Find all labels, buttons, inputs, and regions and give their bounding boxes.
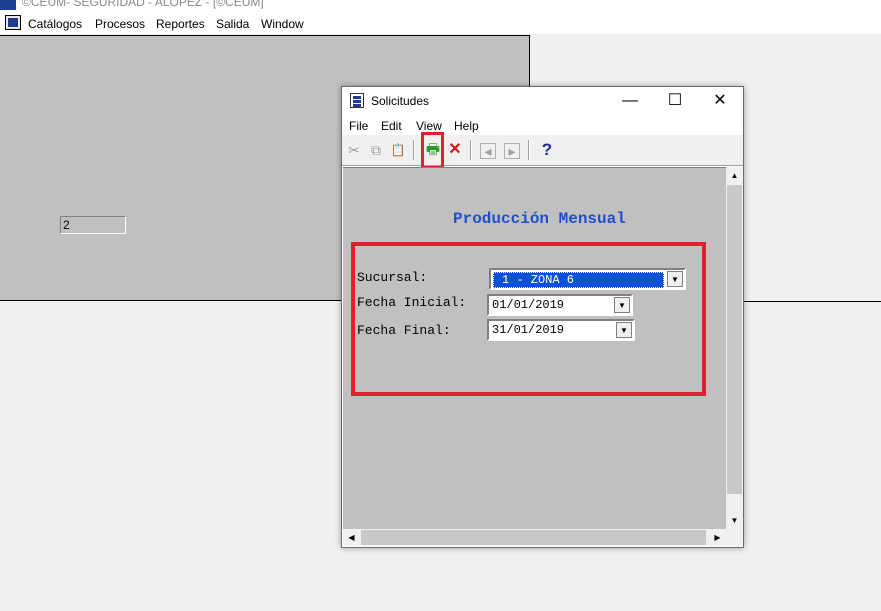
close-button[interactable]: ✕: [697, 87, 743, 115]
copy-icon[interactable]: ⧉: [367, 141, 385, 159]
mdi-system-menu-icon[interactable]: [5, 15, 21, 30]
app-title: ©CEUM- SEGURIDAD - ALOPEZ - [©CEUM]: [22, 0, 264, 9]
menu-salida[interactable]: Salida: [216, 17, 249, 31]
scroll-down-icon[interactable]: ▼: [726, 512, 743, 529]
horizontal-scrollbar[interactable]: ◀ ▶: [343, 529, 726, 546]
toolbar-separator: [413, 140, 415, 160]
dialog-title: Solicitudes: [371, 94, 430, 108]
toolbar-separator: [470, 140, 472, 160]
menu-file[interactable]: File: [349, 119, 368, 133]
app-titlebar: ©CEUM- SEGURIDAD - ALOPEZ - [©CEUM]: [0, 0, 881, 11]
document-icon: [350, 93, 364, 108]
app-icon: [0, 0, 16, 10]
dialog-titlebar[interactable]: Solicitudes — ☐ ✕: [342, 87, 743, 115]
vertical-scroll-thumb[interactable]: [727, 185, 742, 494]
report-heading: Producción Mensual: [453, 210, 626, 228]
next-record-icon[interactable]: ▸: [504, 143, 520, 159]
toolbar-separator: [528, 140, 530, 160]
menu-catalogos[interactable]: Catálogos: [28, 17, 82, 31]
scrollbar-corner: [726, 529, 743, 546]
solicitudes-dialog: Solicitudes — ☐ ✕ File Edit View Help ✂ …: [341, 86, 744, 548]
horizontal-scroll-thumb[interactable]: [361, 530, 706, 545]
menu-procesos[interactable]: Procesos: [95, 17, 145, 31]
paste-icon[interactable]: 📋: [389, 141, 407, 159]
vertical-scrollbar[interactable]: ▲ ▼: [726, 167, 743, 529]
scroll-right-icon[interactable]: ▶: [709, 529, 726, 546]
app-menubar: Catálogos Procesos Reportes Salida Windo…: [0, 11, 881, 34]
menu-reportes[interactable]: Reportes: [156, 17, 205, 31]
background-text-field[interactable]: 2: [60, 216, 126, 234]
menu-edit[interactable]: Edit: [381, 119, 402, 133]
scroll-left-icon[interactable]: ◀: [343, 529, 360, 546]
menu-view[interactable]: View: [416, 119, 442, 133]
dialog-menubar: File Edit View Help: [342, 115, 743, 135]
toolbar: ✂ ⧉ 📋 🖶 ✕ ◂ ▸ ?: [342, 135, 743, 166]
previous-record-icon[interactable]: ◂: [480, 143, 496, 159]
help-icon[interactable]: ?: [538, 141, 556, 159]
scroll-up-icon[interactable]: ▲: [726, 167, 743, 184]
minimize-button[interactable]: —: [607, 87, 653, 115]
cancel-icon[interactable]: ✕: [446, 141, 464, 159]
form-highlight-box: [351, 242, 706, 396]
menu-window[interactable]: Window: [261, 17, 304, 31]
cut-icon[interactable]: ✂: [345, 141, 363, 159]
dialog-client-area: Producción Mensual Sucursal: 1 - ZONA 6 …: [343, 167, 726, 530]
print-button-highlight: [421, 132, 444, 169]
menu-help[interactable]: Help: [454, 119, 479, 133]
maximize-button[interactable]: ☐: [652, 87, 698, 115]
